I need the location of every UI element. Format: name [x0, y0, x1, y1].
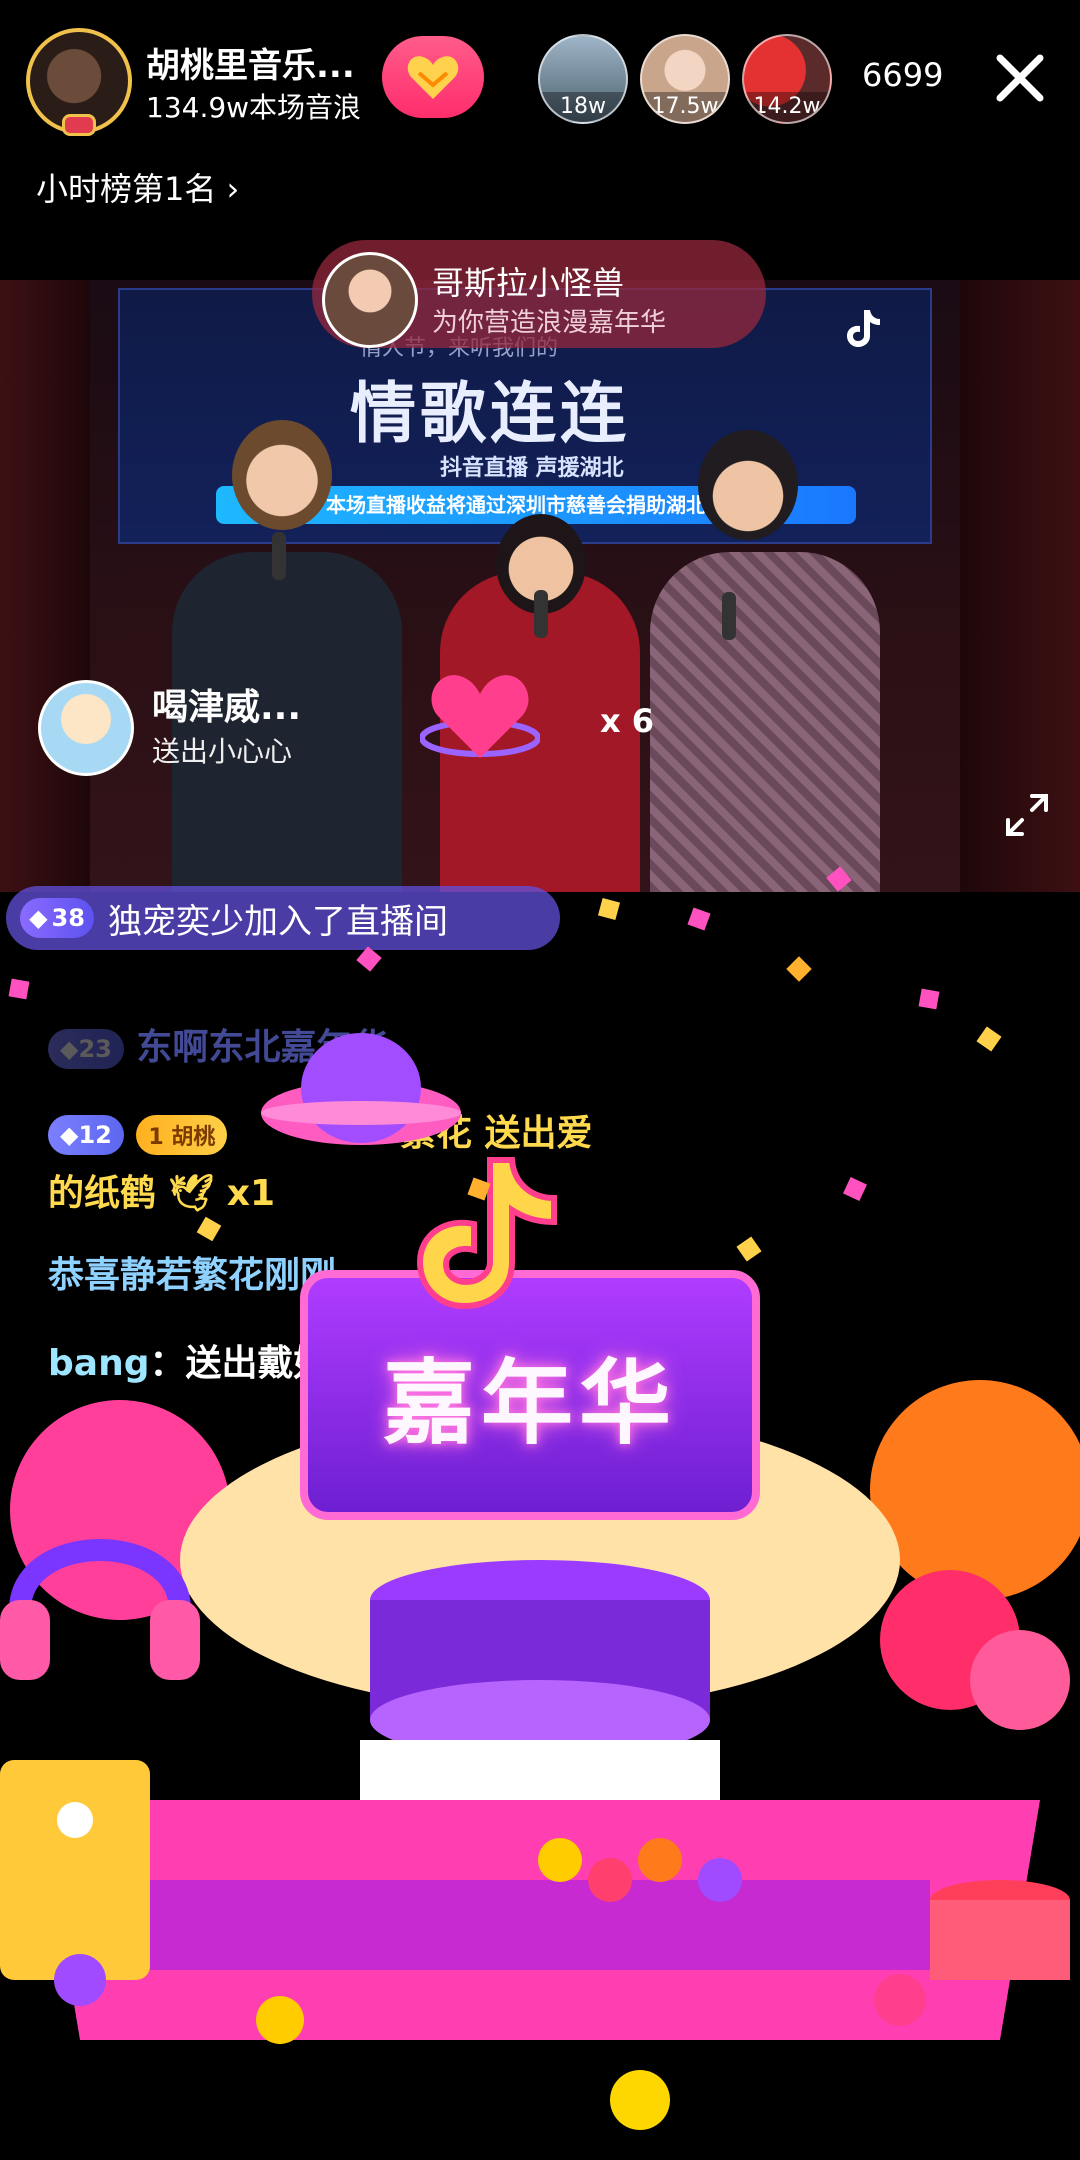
- user-level-badge: ◆ 38: [20, 898, 94, 938]
- host-badge-icon: [62, 114, 96, 136]
- expand-icon: [1006, 794, 1048, 836]
- microphone: [272, 532, 286, 580]
- user-level: 38: [51, 904, 85, 932]
- user-level-badge: ◆ 23: [48, 1029, 124, 1069]
- confetti: [196, 1216, 222, 1242]
- confetti: [843, 1177, 867, 1201]
- performer-right-head: [698, 430, 798, 540]
- diamond-icon: ◆: [29, 904, 48, 932]
- live-video[interactable]: 情人节，来听我们的 情歌连连 抖音直播 声援湖北 本场直播收益将通过深圳市慈善会…: [0, 280, 1080, 892]
- curtain-left: [0, 280, 90, 892]
- join-text: 独宠奕少加入了直播间: [108, 901, 448, 942]
- viewer-contribution: 17.5w: [642, 92, 728, 122]
- hourly-rank-link[interactable]: 小时榜第1名 ›: [36, 164, 239, 210]
- follow-button[interactable]: [382, 36, 484, 118]
- chat-message-continued: 的纸鹤 🕊 x1: [48, 1164, 275, 1216]
- viewer-avatar-2[interactable]: 17.5w: [640, 34, 730, 124]
- microphone: [722, 592, 736, 640]
- banner-title: 情歌连连: [350, 374, 630, 452]
- viewer-avatar-3[interactable]: 14.2w: [742, 34, 832, 124]
- confetti: [736, 1236, 762, 1262]
- viewer-contribution: 14.2w: [744, 92, 830, 122]
- fan-club-badge: 1 胡桃: [136, 1115, 228, 1155]
- gift-multiplier: x 6: [600, 702, 655, 740]
- small-gift-sender-avatar[interactable]: [38, 680, 134, 776]
- small-heart-gift-icon: [419, 660, 541, 770]
- small-gift-sender-name: 喝津威...: [152, 687, 302, 728]
- gift-sender-name: 哥斯拉小怪兽: [432, 264, 625, 302]
- small-gift-description: 送出小心心: [152, 735, 293, 768]
- gift-description: 为你营造浪漫嘉年华: [432, 308, 667, 338]
- close-button[interactable]: [990, 48, 1050, 108]
- confetti: [976, 1026, 1002, 1052]
- tiktok-logo-icon: [847, 310, 880, 347]
- banner-subtitle: 抖音直播 声援湖北: [440, 456, 624, 481]
- host-sound-wave-count: 134.9w本场音浪: [146, 91, 362, 124]
- gift-sender-avatar[interactable]: [322, 252, 418, 348]
- viewer-contribution: 18w: [540, 92, 626, 122]
- confetti: [356, 946, 382, 972]
- heart-icon: [407, 56, 459, 99]
- chat-username: bang: [48, 1343, 150, 1384]
- microphone: [534, 590, 548, 638]
- user-level-badge: ◆ 12: [48, 1115, 124, 1155]
- confetti: [687, 907, 711, 931]
- performer-left-head: [232, 420, 332, 530]
- chevron-right-icon: ›: [226, 170, 240, 208]
- viewer-avatar-1[interactable]: 18w: [538, 34, 628, 124]
- chat-text: 恭喜静若繁花刚刚: [48, 1255, 337, 1296]
- performer-right: [650, 552, 880, 892]
- fullscreen-button[interactable]: [1002, 790, 1052, 840]
- host-name[interactable]: 胡桃里音乐...: [146, 38, 355, 87]
- viewer-count[interactable]: 6699: [862, 56, 943, 94]
- chat-message[interactable]: bang：送出戴好: [48, 1334, 329, 1386]
- close-icon: [996, 54, 1044, 102]
- join-notice: ◆ 38 独宠奕少加入了直播间: [6, 886, 560, 950]
- carnival-title: 嘉年华: [382, 1349, 677, 1457]
- confetti: [918, 988, 940, 1010]
- confetti: [597, 897, 621, 921]
- ufo-gift-icon: [261, 1033, 461, 1145]
- chat-message[interactable]: 恭喜静若繁花刚刚: [48, 1246, 336, 1298]
- confetti: [786, 956, 812, 982]
- chat-text: 的纸鹤 🕊 x1: [48, 1173, 276, 1214]
- hourly-rank-label: 小时榜第1名: [36, 170, 217, 208]
- confetti: [8, 978, 30, 1000]
